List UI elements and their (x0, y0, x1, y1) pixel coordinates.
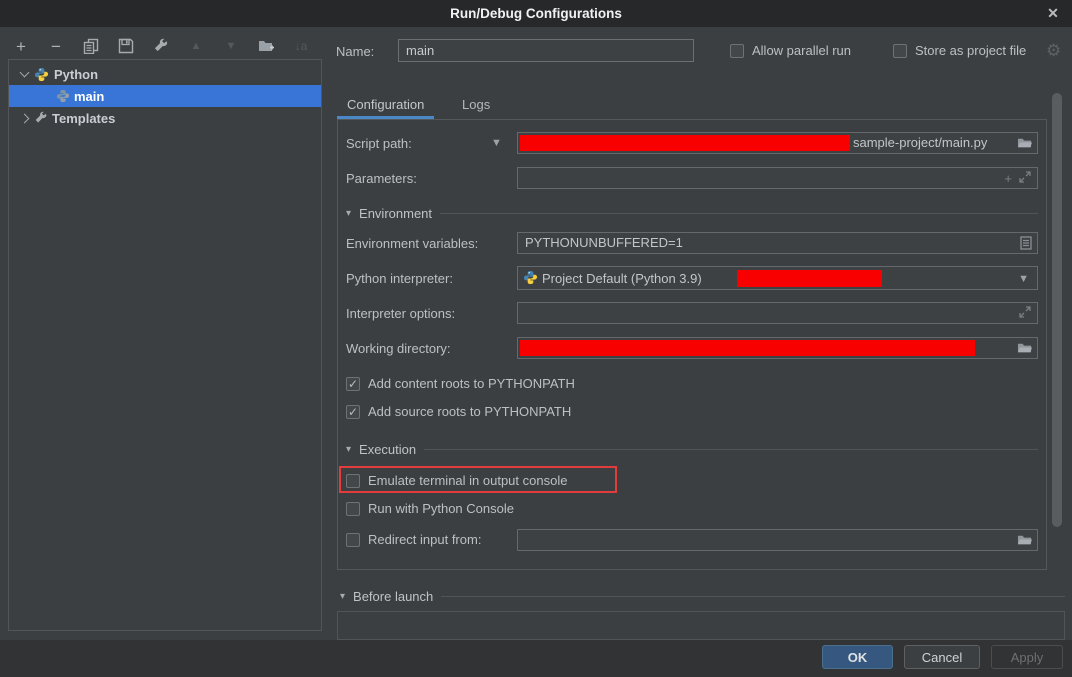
vertical-scrollbar[interactable] (1052, 93, 1062, 527)
checkbox-checked-icon: ✓ (346, 377, 360, 391)
tree-item-python[interactable]: Python (9, 63, 321, 85)
script-path-dropdown-icon[interactable]: ▼ (491, 137, 502, 149)
python-logo-icon (523, 270, 538, 288)
browse-folder-icon[interactable] (1017, 340, 1033, 358)
chevron-right-icon[interactable] (20, 113, 30, 123)
copy-configuration-icon[interactable] (82, 37, 100, 55)
ok-button[interactable]: OK (822, 645, 893, 669)
parameters-label: Parameters: (346, 171, 417, 186)
working-directory-field[interactable] (517, 337, 1038, 359)
checkbox-icon (346, 533, 360, 547)
tree-item-templates[interactable]: Templates (9, 107, 321, 129)
redirect-input-field[interactable] (517, 529, 1038, 551)
cancel-button[interactable]: Cancel (904, 645, 980, 669)
parameters-field[interactable]: + (517, 167, 1038, 189)
collapse-triangle-icon: ▾ (346, 208, 351, 219)
name-label: Name: (336, 44, 374, 59)
tab-configuration[interactable]: Configuration (347, 97, 424, 112)
sort-alphabetically-icon[interactable]: ↓a (292, 37, 310, 55)
section-divider (440, 213, 1038, 214)
edit-templates-wrench-icon[interactable] (152, 37, 170, 55)
section-divider (441, 596, 1065, 597)
allow-parallel-run-checkbox[interactable]: Allow parallel run (730, 43, 851, 58)
working-directory-label: Working directory: (346, 341, 451, 356)
before-launch-section-label: Before launch (353, 589, 433, 604)
edit-variables-icon[interactable] (1020, 236, 1032, 253)
python-interpreter-label: Python interpreter: (346, 271, 453, 286)
before-launch-task-list[interactable] (337, 611, 1065, 640)
checkbox-checked-icon: ✓ (346, 405, 360, 419)
execution-section-label: Execution (359, 442, 416, 457)
python-logo-icon (33, 66, 49, 82)
script-path-label: Script path: (346, 136, 412, 151)
python-config-icon (55, 88, 71, 104)
checkbox-icon (730, 44, 744, 58)
add-content-roots-label: Add content roots to PYTHONPATH (368, 376, 575, 391)
tree-item-label: Python (54, 67, 98, 82)
add-configuration-icon[interactable]: + (12, 37, 30, 55)
run-with-python-console-label: Run with Python Console (368, 501, 514, 516)
redaction-block (520, 135, 850, 151)
redaction-block (520, 340, 975, 356)
allow-parallel-run-label: Allow parallel run (752, 43, 851, 58)
expand-field-icon[interactable] (1019, 306, 1031, 321)
checkbox-icon (346, 502, 360, 516)
checkbox-icon (346, 474, 360, 488)
new-folder-icon[interactable] (257, 37, 275, 55)
interpreter-options-label: Interpreter options: (346, 306, 455, 321)
insert-macro-plus-icon[interactable]: + (1004, 171, 1012, 186)
dialog-title: Run/Debug Configurations (450, 6, 622, 21)
browse-folder-icon[interactable] (1017, 135, 1033, 153)
collapse-triangle-icon: ▾ (340, 591, 345, 602)
collapse-triangle-icon: ▾ (346, 444, 351, 455)
environment-section-header[interactable]: ▾ Environment (346, 206, 1038, 221)
emulate-terminal-checkbox[interactable]: Emulate terminal in output console (346, 473, 567, 488)
gear-icon[interactable]: ⚙ (1046, 41, 1061, 61)
tree-item-label: main (74, 89, 104, 104)
browse-folder-icon[interactable] (1017, 532, 1033, 550)
close-icon[interactable]: ✕ (1043, 3, 1063, 23)
store-as-project-file-label: Store as project file (915, 43, 1026, 58)
environment-variables-value: PYTHONUNBUFFERED=1 (525, 235, 683, 250)
redaction-block (737, 270, 882, 287)
tree-item-label: Templates (52, 111, 115, 126)
expand-field-icon[interactable] (1019, 171, 1031, 186)
environment-variables-field[interactable]: PYTHONUNBUFFERED=1 (517, 232, 1038, 254)
environment-variables-label: Environment variables: (346, 236, 478, 251)
add-source-roots-checkbox[interactable]: ✓ Add source roots to PYTHONPATH (346, 404, 571, 419)
configurations-tree: Python main Templates (8, 59, 322, 631)
interpreter-options-field[interactable] (517, 302, 1038, 324)
redirect-input-checkbox[interactable]: Redirect input from: (346, 532, 481, 547)
script-path-field[interactable]: sample-project/main.py (517, 132, 1038, 154)
titlebar: Run/Debug Configurations (0, 0, 1072, 27)
redirect-input-label: Redirect input from: (368, 532, 481, 547)
save-configuration-icon[interactable] (117, 37, 135, 55)
add-content-roots-checkbox[interactable]: ✓ Add content roots to PYTHONPATH (346, 376, 575, 391)
wrench-icon (33, 110, 49, 126)
emulate-terminal-label: Emulate terminal in output console (368, 473, 567, 488)
run-with-python-console-checkbox[interactable]: Run with Python Console (346, 501, 514, 516)
script-path-value: sample-project/main.py (853, 135, 987, 150)
execution-section-header[interactable]: ▾ Execution (346, 442, 1038, 457)
remove-configuration-icon[interactable]: − (47, 37, 65, 55)
environment-section-label: Environment (359, 206, 432, 221)
python-interpreter-value: Project Default (Python 3.9) (542, 271, 702, 286)
store-as-project-file-checkbox[interactable]: Store as project file (893, 43, 1026, 58)
chevron-down-icon[interactable] (20, 68, 30, 78)
checkbox-icon (893, 44, 907, 58)
configurations-toolbar: + − ▲ ▼ ↓a (12, 34, 310, 58)
python-interpreter-combobox[interactable]: Project Default (Python 3.9) ▼ (517, 266, 1038, 290)
tab-logs[interactable]: Logs (462, 97, 490, 112)
run-debug-configurations-dialog: Run/Debug Configurations ✕ + − ▲ ▼ ↓a Py… (0, 0, 1072, 677)
move-down-icon[interactable]: ▼ (222, 37, 240, 55)
section-divider (424, 449, 1038, 450)
before-launch-section-header[interactable]: ▾ Before launch (340, 589, 1065, 604)
footer-bar: OK Cancel Apply (0, 640, 1072, 677)
name-input[interactable] (398, 39, 694, 62)
add-source-roots-label: Add source roots to PYTHONPATH (368, 404, 571, 419)
apply-button[interactable]: Apply (991, 645, 1063, 669)
tree-item-main[interactable]: main (9, 85, 321, 107)
move-up-icon[interactable]: ▲ (187, 37, 205, 55)
chevron-down-icon[interactable]: ▼ (1018, 273, 1029, 285)
